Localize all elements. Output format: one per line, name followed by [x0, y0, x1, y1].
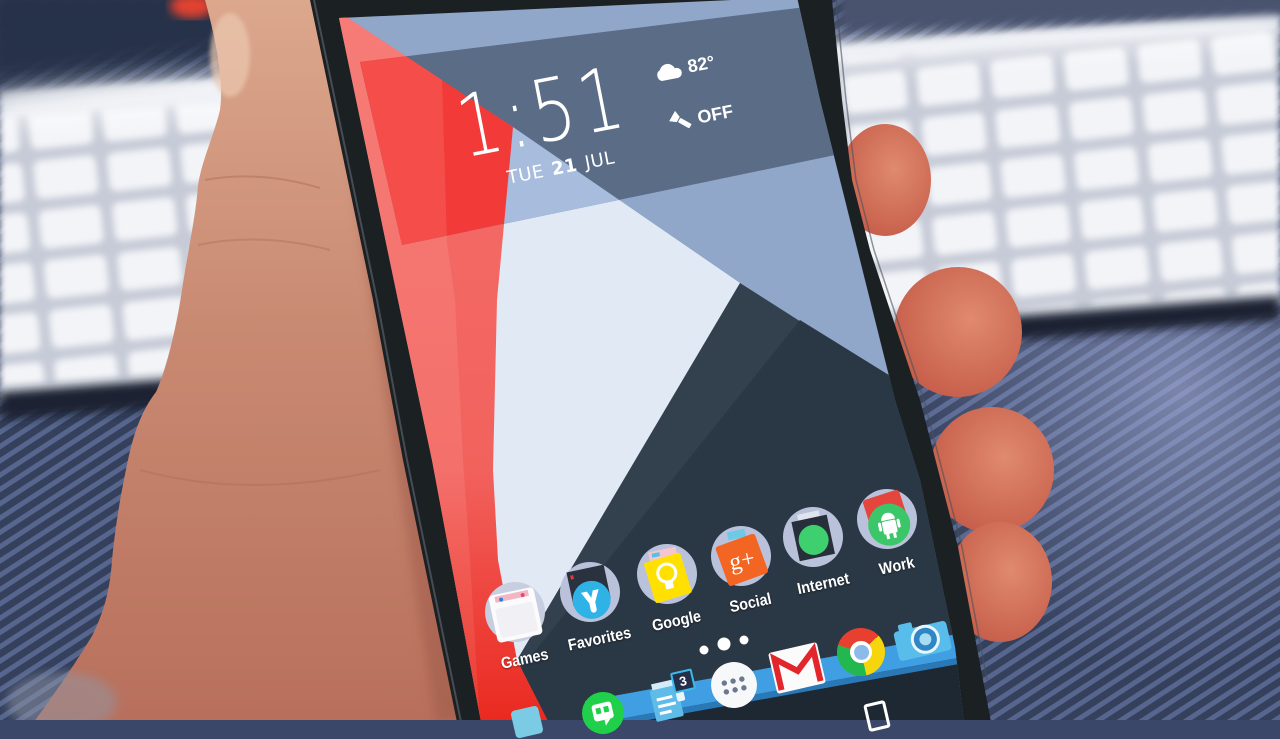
page-dot[interactable] [699, 645, 709, 655]
finger-2 [894, 267, 1022, 397]
flashlight-icon [669, 110, 692, 129]
work-folder-icon [857, 489, 917, 549]
favorites-folder-icon [560, 562, 620, 622]
google-plus-glyph: g+ [727, 546, 757, 577]
chrome-icon-ring [847, 638, 875, 666]
hangouts-icon[interactable] [577, 687, 630, 739]
partial-app-icon[interactable] [510, 705, 544, 739]
thumbnail [210, 13, 250, 97]
page-dot-active[interactable] [717, 637, 731, 651]
folder-work[interactable]: Work [837, 479, 944, 585]
cloud-icon [657, 63, 682, 81]
page-dot[interactable] [739, 635, 749, 645]
games-folder-icon [485, 582, 545, 643]
chrome-icon-core [852, 643, 870, 661]
